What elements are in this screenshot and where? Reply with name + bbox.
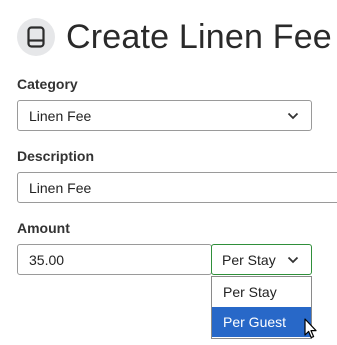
amount-value: 35.00: [29, 251, 65, 268]
description-value: Linen Fee: [29, 179, 92, 196]
chevron-down-icon: [287, 112, 299, 119]
chevron-down-icon: [287, 256, 299, 263]
category-value: Linen Fee: [29, 107, 92, 124]
option-per-stay[interactable]: Per Stay: [212, 277, 311, 307]
page-header: Create Linen Fee: [17, 15, 332, 59]
amount-input[interactable]: 35.00: [17, 244, 212, 275]
book-icon: [17, 18, 55, 56]
amount-label: Amount: [17, 220, 70, 236]
description-input[interactable]: Linen Fee: [17, 172, 337, 203]
category-label: Category: [17, 76, 78, 92]
category-select[interactable]: Linen Fee: [17, 100, 312, 131]
page-title: Create Linen Fee: [66, 17, 332, 56]
fee-basis-dropdown-menu: Per Stay Per Guest: [211, 276, 312, 339]
description-label: Description: [17, 148, 95, 164]
hand-cursor-icon: [304, 318, 317, 339]
option-per-guest[interactable]: Per Guest: [212, 307, 311, 337]
fee-basis-select[interactable]: Per Stay: [211, 244, 312, 275]
fee-basis-value: Per Stay: [222, 251, 276, 268]
